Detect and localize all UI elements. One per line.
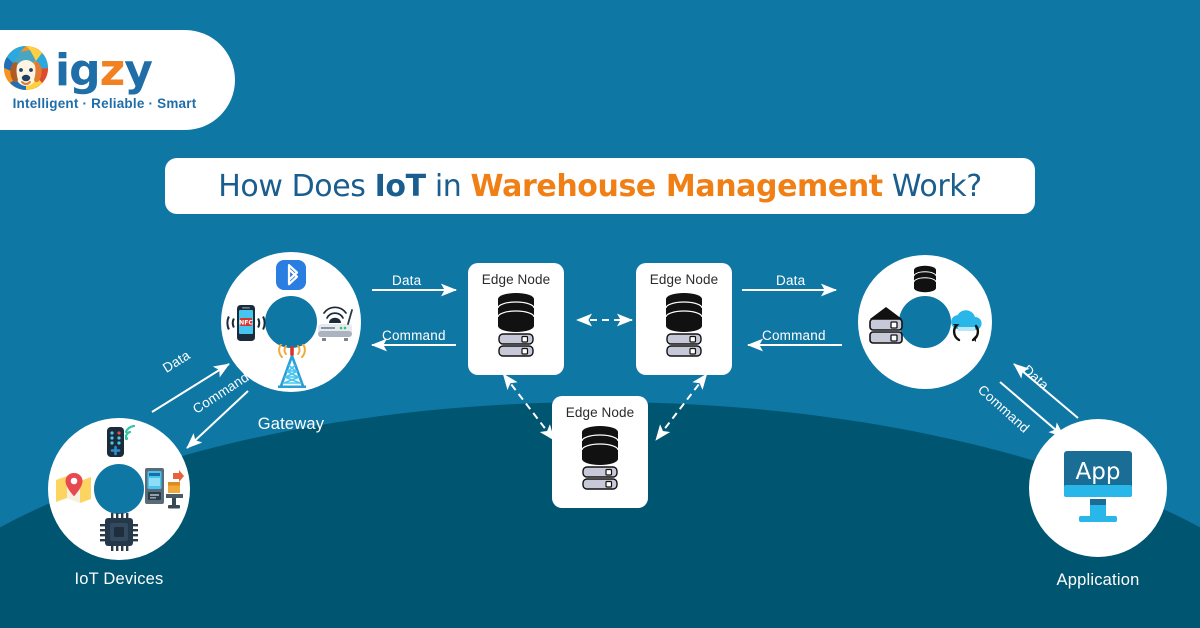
- title-iot: IoT: [374, 168, 426, 204]
- node-label-iot-devices: IoT Devices: [74, 570, 164, 588]
- node-application[interactable]: App: [1029, 419, 1167, 557]
- brand-wordmark-z: z: [99, 45, 126, 96]
- ring-hole: [899, 296, 951, 348]
- title-part-2: in: [425, 168, 471, 204]
- edge-node-graphics: [653, 290, 715, 363]
- flow-label-cloud-app-command: Command: [974, 382, 1033, 436]
- map-location-pin-icon: [54, 468, 94, 508]
- database-cylinder-icon: [497, 293, 535, 332]
- cell-tower-antenna-icon: [273, 344, 311, 388]
- vending-kiosk-machine-icon: [143, 466, 185, 510]
- flow-label-edge-data: Data: [776, 273, 806, 288]
- brand-tagline: Intelligent · Reliable · Smart: [12, 96, 197, 111]
- flow-label-gateway-command: Command: [190, 369, 252, 417]
- brand-wordmark-ig: ig: [55, 45, 101, 96]
- database-cylinder-icon: [908, 263, 942, 297]
- ring-hole: [265, 296, 317, 348]
- server-rack-icon: [498, 333, 534, 357]
- bluetooth-icon: [274, 258, 308, 292]
- app-screen-text: App: [1076, 459, 1121, 485]
- flow-label-app-data: Data: [1019, 362, 1052, 393]
- edge-node-bottom[interactable]: Edge Node: [552, 396, 648, 508]
- edge-node-label: Edge Node: [481, 272, 551, 287]
- database-cylinder-icon: [665, 293, 703, 332]
- edge-node-label: Edge Node: [565, 405, 635, 420]
- node-iot-devices[interactable]: [48, 418, 190, 560]
- beagle-dog-mosaic-logo-icon: [0, 42, 52, 94]
- title-part-3: Work?: [882, 168, 982, 204]
- infographic-canvas: igzy Intelligent · Reliable · Smart How …: [0, 0, 1200, 628]
- title-part-1: How Does: [218, 168, 375, 204]
- node-cloud-storage[interactable]: [858, 255, 992, 389]
- wifi-router-icon: [315, 304, 357, 342]
- page-title: How Does IoT in Warehouse Management Wor…: [218, 169, 982, 204]
- title-highlight: Warehouse Management: [470, 168, 884, 204]
- page-title-banner: How Does IoT in Warehouse Management Wor…: [165, 158, 1035, 214]
- nfc-phone-icon: NFC: [223, 302, 269, 344]
- server-rack-icon: [666, 333, 702, 357]
- server-rack-icon: [582, 466, 618, 490]
- flow-label-cloud-command: Command: [762, 328, 826, 343]
- svg-text:NFC: NFC: [239, 320, 253, 327]
- edge-node-label: Edge Node: [649, 272, 719, 287]
- flow-label-edge-command: Command: [382, 328, 446, 343]
- edge-node-graphics: [485, 290, 547, 363]
- brand-logo-pill: igzy Intelligent · Reliable · Smart: [0, 30, 235, 130]
- node-label-gateway: Gateway: [257, 415, 325, 433]
- ring-hole: [94, 464, 144, 514]
- remote-control-signal-icon: [99, 425, 139, 459]
- cloud-sync-icon: [946, 305, 986, 345]
- flow-label-gateway-data: Data: [392, 273, 422, 288]
- brand-wordmark: igzy: [55, 49, 153, 93]
- flow-label-iot-data: Data: [160, 347, 193, 376]
- brand-wordmark-y: y: [124, 45, 153, 96]
- microchip-processor-icon: [100, 513, 138, 551]
- node-label-application: Application: [1056, 571, 1140, 589]
- edge-node-graphics: [569, 423, 631, 496]
- edge-node-right[interactable]: Edge Node: [636, 263, 732, 375]
- database-cylinder-icon: [581, 426, 619, 465]
- server-rack-icon: [866, 305, 906, 347]
- desktop-monitor-app-icon: App: [1052, 445, 1144, 532]
- edge-node-left[interactable]: Edge Node: [468, 263, 564, 375]
